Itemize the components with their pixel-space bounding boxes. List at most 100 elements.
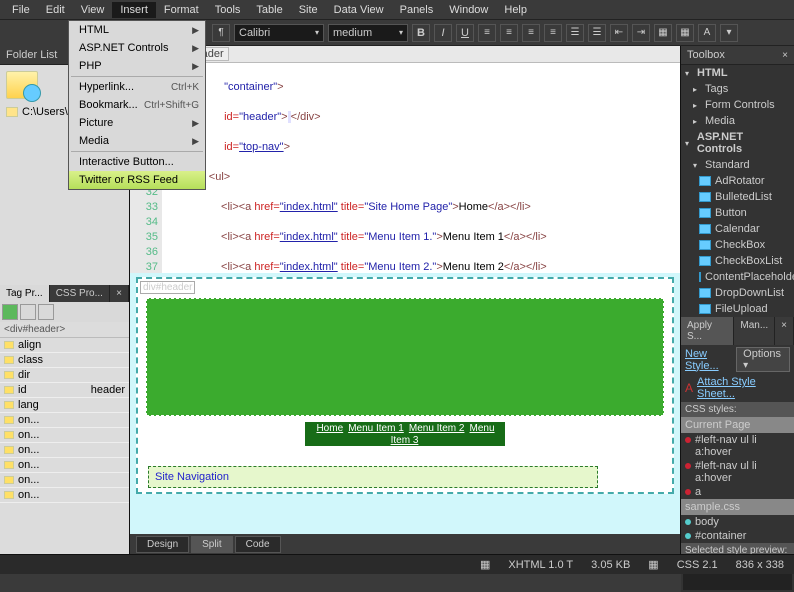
insert-html[interactable]: HTML▶ bbox=[69, 21, 205, 39]
status-doctype[interactable]: XHTML 1.0 T bbox=[504, 559, 577, 571]
menu-format[interactable]: Format bbox=[156, 2, 207, 18]
menu-table[interactable]: Table bbox=[248, 2, 290, 18]
insert-asp[interactable]: ASP.NET Controls▶ bbox=[69, 39, 205, 57]
attr-row[interactable]: class bbox=[0, 353, 129, 368]
outdent-button[interactable]: ⇤ bbox=[610, 24, 628, 42]
underline-button[interactable]: U bbox=[456, 24, 474, 42]
menu-window[interactable]: Window bbox=[441, 2, 496, 18]
header-block[interactable] bbox=[146, 298, 664, 416]
status-dimensions[interactable]: 836 x 338 bbox=[732, 559, 788, 571]
attr-row[interactable]: idheader bbox=[0, 383, 129, 398]
attr-row[interactable]: on... bbox=[0, 473, 129, 488]
tab-css-properties[interactable]: CSS Pro... bbox=[50, 285, 110, 302]
status-css-schema[interactable]: CSS 2.1 bbox=[673, 559, 722, 571]
toolbox-cat-tags[interactable]: ▸Tags bbox=[681, 81, 794, 97]
attr-row[interactable]: lang bbox=[0, 398, 129, 413]
nav-link-1[interactable]: Menu Item 1 bbox=[347, 423, 405, 434]
toolbox-item[interactable]: BulletedList bbox=[681, 189, 794, 205]
attr-row[interactable]: on... bbox=[0, 458, 129, 473]
insert-media[interactable]: Media▶ bbox=[69, 132, 205, 150]
attr-row[interactable]: align bbox=[0, 338, 129, 353]
toolbox-cat-standard[interactable]: ▾Standard bbox=[681, 157, 794, 173]
align-right-button[interactable]: ≡ bbox=[522, 24, 540, 42]
selection-tag-label[interactable]: div#header bbox=[140, 281, 195, 294]
close-icon[interactable]: × bbox=[782, 50, 788, 61]
more-button[interactable]: ▾ bbox=[720, 24, 738, 42]
menu-dataview[interactable]: Data View bbox=[326, 2, 392, 18]
toolbox-item[interactable]: Button bbox=[681, 205, 794, 221]
toolbox-cat-form[interactable]: ▸Form Controls bbox=[681, 97, 794, 113]
toolbox-cat-html[interactable]: ▾HTML bbox=[681, 65, 794, 81]
site-folder-icon[interactable] bbox=[6, 71, 38, 99]
code-body[interactable]: "container"> id="header"> </div> id="top… bbox=[164, 63, 680, 273]
menu-panels[interactable]: Panels bbox=[392, 2, 442, 18]
font-family-dropdown[interactable]: Calibri▾ bbox=[234, 24, 324, 42]
fill-color-button[interactable]: ▦ bbox=[676, 24, 694, 42]
borders-button[interactable]: ▦ bbox=[654, 24, 672, 42]
list-button[interactable]: ☰ bbox=[566, 24, 584, 42]
align-left-button[interactable]: ≡ bbox=[478, 24, 496, 42]
tab-split[interactable]: Split bbox=[191, 536, 232, 553]
toolbox-item[interactable]: CheckBoxList bbox=[681, 253, 794, 269]
code-pane[interactable]: 2425262728293031323334353637 "container"… bbox=[130, 63, 680, 273]
bold-button[interactable]: B bbox=[412, 24, 430, 42]
categorized-button[interactable] bbox=[38, 304, 54, 320]
show-set-button[interactable] bbox=[2, 304, 18, 320]
menu-insert[interactable]: Insert bbox=[112, 2, 156, 18]
attr-row[interactable]: on... bbox=[0, 413, 129, 428]
left-nav-block[interactable]: Site Navigation bbox=[148, 466, 598, 488]
css-rule[interactable]: #container bbox=[681, 529, 794, 543]
font-size-dropdown[interactable]: medium▾ bbox=[328, 24, 408, 42]
insert-picture[interactable]: Picture▶ bbox=[69, 114, 205, 132]
toolbox-item[interactable]: FileUpload bbox=[681, 301, 794, 317]
insert-php[interactable]: PHP▶ bbox=[69, 57, 205, 75]
nav-link-home[interactable]: Home bbox=[315, 423, 344, 434]
menu-file[interactable]: File bbox=[4, 2, 38, 18]
css-rule[interactable]: #left-nav ul li a:hover bbox=[681, 459, 794, 485]
menu-tools[interactable]: Tools bbox=[207, 2, 249, 18]
menu-help[interactable]: Help bbox=[496, 2, 535, 18]
new-style-link[interactable]: New Style... bbox=[685, 348, 736, 372]
design-pane[interactable]: div#header Home Menu Item 1 Menu Item 2 … bbox=[130, 273, 680, 534]
toolbox-cat-asp[interactable]: ▾ASP.NET Controls bbox=[681, 129, 794, 157]
insert-twitter-rss[interactable]: Twitter or RSS Feed bbox=[69, 171, 205, 189]
insert-interactive-button[interactable]: Interactive Button... bbox=[69, 153, 205, 171]
close-icon[interactable]: × bbox=[775, 317, 794, 345]
css-rule[interactable]: #left-nav ul li a:hover bbox=[681, 433, 794, 459]
status-schema-icon[interactable]: ▦ bbox=[644, 558, 662, 571]
css-rule[interactable]: body bbox=[681, 515, 794, 529]
align-justify-button[interactable]: ≡ bbox=[544, 24, 562, 42]
toolbox-item[interactable]: DropDownList bbox=[681, 285, 794, 301]
insert-bookmark[interactable]: Bookmark...Ctrl+Shift+G bbox=[69, 96, 205, 114]
sort-az-button[interactable] bbox=[20, 304, 36, 320]
indent-button[interactable]: ⇥ bbox=[632, 24, 650, 42]
tab-tag-properties[interactable]: Tag Pr... bbox=[0, 285, 50, 302]
tab-manage-styles[interactable]: Man... bbox=[734, 317, 775, 345]
menu-view[interactable]: View bbox=[73, 2, 113, 18]
toolbox-item[interactable]: Calendar bbox=[681, 221, 794, 237]
options-button[interactable]: Options ▾ bbox=[736, 347, 790, 372]
align-center-button[interactable]: ≡ bbox=[500, 24, 518, 42]
close-icon[interactable]: × bbox=[110, 285, 129, 302]
menu-site[interactable]: Site bbox=[291, 2, 326, 18]
toolbox-item[interactable]: CheckBox bbox=[681, 237, 794, 253]
attr-row[interactable]: on... bbox=[0, 443, 129, 458]
css-rule[interactable]: a bbox=[681, 485, 794, 499]
attach-stylesheet-link[interactable]: Attach Style Sheet... bbox=[697, 376, 790, 400]
current-page-group[interactable]: Current Page bbox=[681, 417, 794, 433]
attr-row[interactable]: dir bbox=[0, 368, 129, 383]
toolbox-cat-media[interactable]: ▸Media bbox=[681, 113, 794, 129]
toolbox-item[interactable]: AdRotator bbox=[681, 173, 794, 189]
insert-hyperlink[interactable]: Hyperlink...Ctrl+K bbox=[69, 78, 205, 96]
font-color-button[interactable]: A bbox=[698, 24, 716, 42]
sample-css-group[interactable]: sample.css bbox=[681, 499, 794, 515]
menu-edit[interactable]: Edit bbox=[38, 2, 73, 18]
tab-code[interactable]: Code bbox=[235, 536, 281, 553]
tab-apply-styles[interactable]: Apply S... bbox=[681, 317, 734, 345]
status-visual-aids-icon[interactable]: ▦ bbox=[476, 558, 494, 571]
attr-row[interactable]: on... bbox=[0, 488, 129, 503]
toolbar-btn[interactable]: ¶ bbox=[212, 24, 230, 42]
nav-link-2[interactable]: Menu Item 2 bbox=[408, 423, 466, 434]
toolbox-item[interactable]: ContentPlaceholder bbox=[681, 269, 794, 285]
tab-design[interactable]: Design bbox=[136, 536, 189, 553]
